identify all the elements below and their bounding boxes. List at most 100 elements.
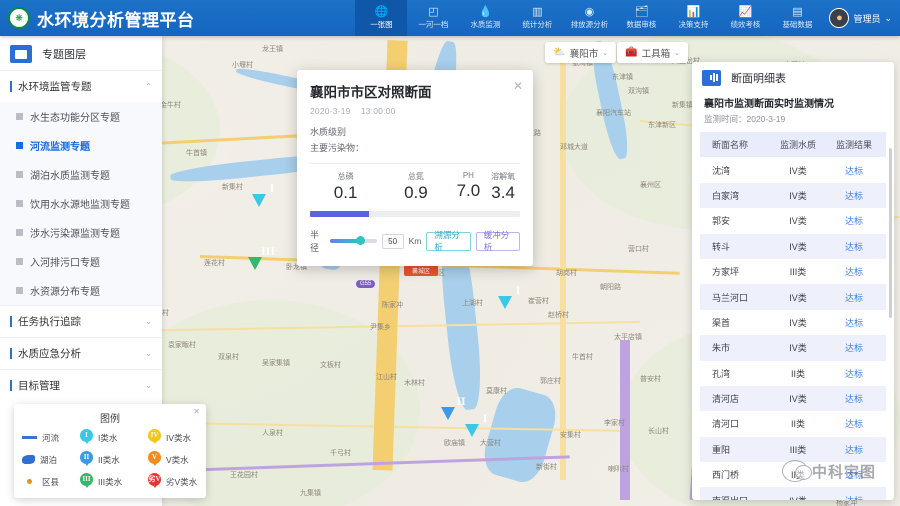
section-table[interactable]: 断面名称 监测水质 监测结果 沈湾 IV类 达标 白家湾 IV类 达标 郭安 IV类 达标 转斗 IV类达…	[700, 132, 886, 500]
table-row[interactable]: 清河口 II类 达标	[700, 411, 886, 436]
sidebar-item-label: 入河排污口专题	[30, 258, 100, 269]
close-icon[interactable]: ✕	[193, 407, 200, 416]
radius-input[interactable]: 50	[381, 233, 404, 249]
table-row[interactable]: 方家坪 III类 达标	[700, 259, 886, 284]
cell-quality: IV类	[789, 241, 807, 252]
nav-item-7[interactable]: 📈 绩效考核	[719, 0, 771, 36]
map-pin-1[interactable]: III	[255, 239, 281, 273]
toolbox-button[interactable]: 🧰 工具箱 ⌄	[617, 42, 688, 63]
map-pin-3[interactable]: II	[448, 389, 474, 423]
map-label: 襄阳汽车站	[596, 109, 631, 117]
table-row[interactable]: 马兰河口 IV类 达标	[700, 284, 886, 310]
table-row[interactable]: 南渠出口IV类达标	[700, 487, 886, 500]
table-row[interactable]: 郭安 IV类 达标	[700, 208, 886, 233]
cell-quality: IV类	[770, 494, 826, 500]
legend-item-2: IV IV类水	[148, 429, 214, 446]
map-pin-0[interactable]: I	[259, 176, 285, 210]
popup-datetime: 2020-3-19 13:00:00	[310, 106, 520, 116]
cell-result: 达标	[844, 292, 863, 303]
metric-value: 7.0	[456, 181, 481, 200]
nav-item-3[interactable]: ▥ 统计分析	[511, 0, 563, 36]
toolbox-label: 工具箱	[641, 48, 671, 60]
river-line-icon	[22, 436, 37, 439]
table-row[interactable]: 孔湾 II类 达标	[700, 361, 886, 386]
sidebar-group-1[interactable]: 任务执行追踪 ⌄	[0, 305, 162, 337]
cell-name: 西门桥	[712, 470, 740, 481]
table-row[interactable]: 重阳 III类 达标	[700, 436, 886, 463]
city-selector[interactable]: ⛅ 襄阳市 ⌄	[545, 42, 617, 63]
panel-header: 断面明细表	[692, 62, 894, 92]
cell-quality: III类	[789, 444, 807, 455]
table-row[interactable]: 渠首 IV类 达标	[700, 310, 886, 335]
nav-item-2[interactable]: 💧 水质监测	[459, 0, 511, 36]
sidebar-item-0-5[interactable]: 入河排污口专题	[0, 247, 162, 276]
group-accent	[10, 81, 12, 92]
main-nav[interactable]: 🌐 一张图 ◰ 一河一档 💧 水质监测 ▥ 统计分析 ◉ 排放源分析 🗂 数据审核 📊 决策支持 📈 绩效考核…	[355, 0, 823, 36]
sidebar-item-0-4[interactable]: 涉水污染源监测专题	[0, 218, 162, 247]
cell-quality: IV类	[789, 394, 807, 405]
monitor-time: 监测时间：2020-3-19	[704, 114, 786, 124]
table-row[interactable]: 西门桥 II类 达标	[700, 462, 886, 487]
cell-name: 渠首	[712, 317, 731, 328]
nav-item-5[interactable]: 🗂 数据审核	[615, 0, 667, 36]
cell-result: 达标	[844, 444, 863, 455]
panel-scrollbar[interactable]	[889, 148, 892, 318]
sidebar-item-0-3[interactable]: 饮用水水源地监测专题	[0, 189, 162, 218]
nav-item-label: 绩效考核	[730, 19, 761, 29]
map-label: 上湖村	[462, 299, 483, 307]
user-menu[interactable]: ● 管理员 ⌄	[823, 8, 900, 28]
cell-name: 清河店	[712, 394, 740, 405]
nav-item-8[interactable]: ▤ 基础数据	[771, 0, 823, 36]
buffer-analysis-button[interactable]: 缓冲分析	[475, 230, 521, 252]
nav-item-4[interactable]: ◉ 排放源分析	[563, 0, 615, 36]
trace-analysis-button[interactable]: 溯源分析	[426, 230, 471, 252]
map-controls: ⛅ 襄阳市 ⌄ 🧰 工具箱 ⌄	[545, 42, 688, 63]
bullet-icon	[16, 287, 23, 294]
cell-name: 方家坪	[712, 267, 740, 278]
sidebar-item-0-0[interactable]: 水生态功能分区专题	[0, 102, 162, 131]
map-pin-2[interactable]: I	[505, 278, 531, 312]
nav-item-1[interactable]: ◰ 一河一档	[407, 0, 459, 36]
map-label: 江山村	[376, 373, 397, 381]
metric-2: PH 7.0	[451, 171, 487, 203]
bullet-icon	[16, 229, 23, 236]
legend-item-4: II II类水	[80, 451, 148, 468]
sidebar-group-0[interactable]: 水环境监管专题 ⌃	[0, 70, 162, 102]
metric-key: 总磷	[337, 172, 354, 181]
sidebar-group-2[interactable]: 水质应急分析 ⌄	[0, 337, 162, 369]
nav-item-0[interactable]: 🌐 一张图	[355, 0, 408, 36]
nav-item-label: 一张图	[370, 19, 393, 29]
table-row[interactable]: 朱市 IV类 达标	[700, 335, 886, 361]
map-pin-icon: 劣V	[148, 473, 161, 490]
table-row[interactable]: 清河店 IV类 达标	[700, 385, 886, 412]
map-label: 袁家畈村	[168, 341, 196, 349]
sidebar-item-0-2[interactable]: 湖泊水质监测专题	[0, 160, 162, 189]
sidebar-group-3[interactable]: 目标管理 ⌄	[0, 369, 162, 401]
chevron-down-icon: ⌄	[602, 49, 609, 57]
emblem-icon: ❋	[8, 7, 30, 29]
map-label: 襄州区	[640, 181, 661, 189]
close-icon[interactable]: ✕	[513, 80, 523, 92]
slider-fill	[330, 239, 359, 243]
cell-result: 达标	[844, 267, 863, 278]
map-label: 赵桥村	[548, 311, 569, 319]
panel-subtitle: 襄阳市监测断面实时监测情况	[704, 99, 834, 110]
metric-value: 0.1	[333, 183, 358, 202]
radius-slider[interactable]	[330, 236, 377, 245]
legend-label: 区县	[42, 476, 60, 487]
map-label: 莫康村	[486, 387, 507, 395]
sidebar-item-label: 涉水污染源监测专题	[30, 229, 120, 240]
slider-handle[interactable]	[356, 236, 366, 245]
table-row[interactable]: 白家湾 IV类 达标	[700, 182, 886, 209]
sidebar-sublist: 水生态功能分区专题 河流监测专题 湖泊水质监测专题 饮用水水源地监测专题涉水污染源监测…	[0, 102, 162, 305]
map-pin-4[interactable]: I	[472, 406, 498, 440]
nav-item-6[interactable]: 📊 决策支持	[667, 0, 719, 36]
cell-name: 郭安	[712, 216, 731, 227]
table-row[interactable]: 转斗 IV类 达标	[700, 233, 886, 259]
table-row[interactable]: 沈湾 IV类 达标	[700, 157, 886, 182]
cell-result: 达标	[844, 394, 863, 405]
sidebar-item-0-6[interactable]: 水资源分布专题	[0, 276, 162, 305]
sidebar-item-0-1[interactable]: 河流监测专题	[0, 131, 162, 160]
weather-icon: ⛅	[553, 47, 566, 58]
metric-key: PH	[462, 171, 474, 180]
